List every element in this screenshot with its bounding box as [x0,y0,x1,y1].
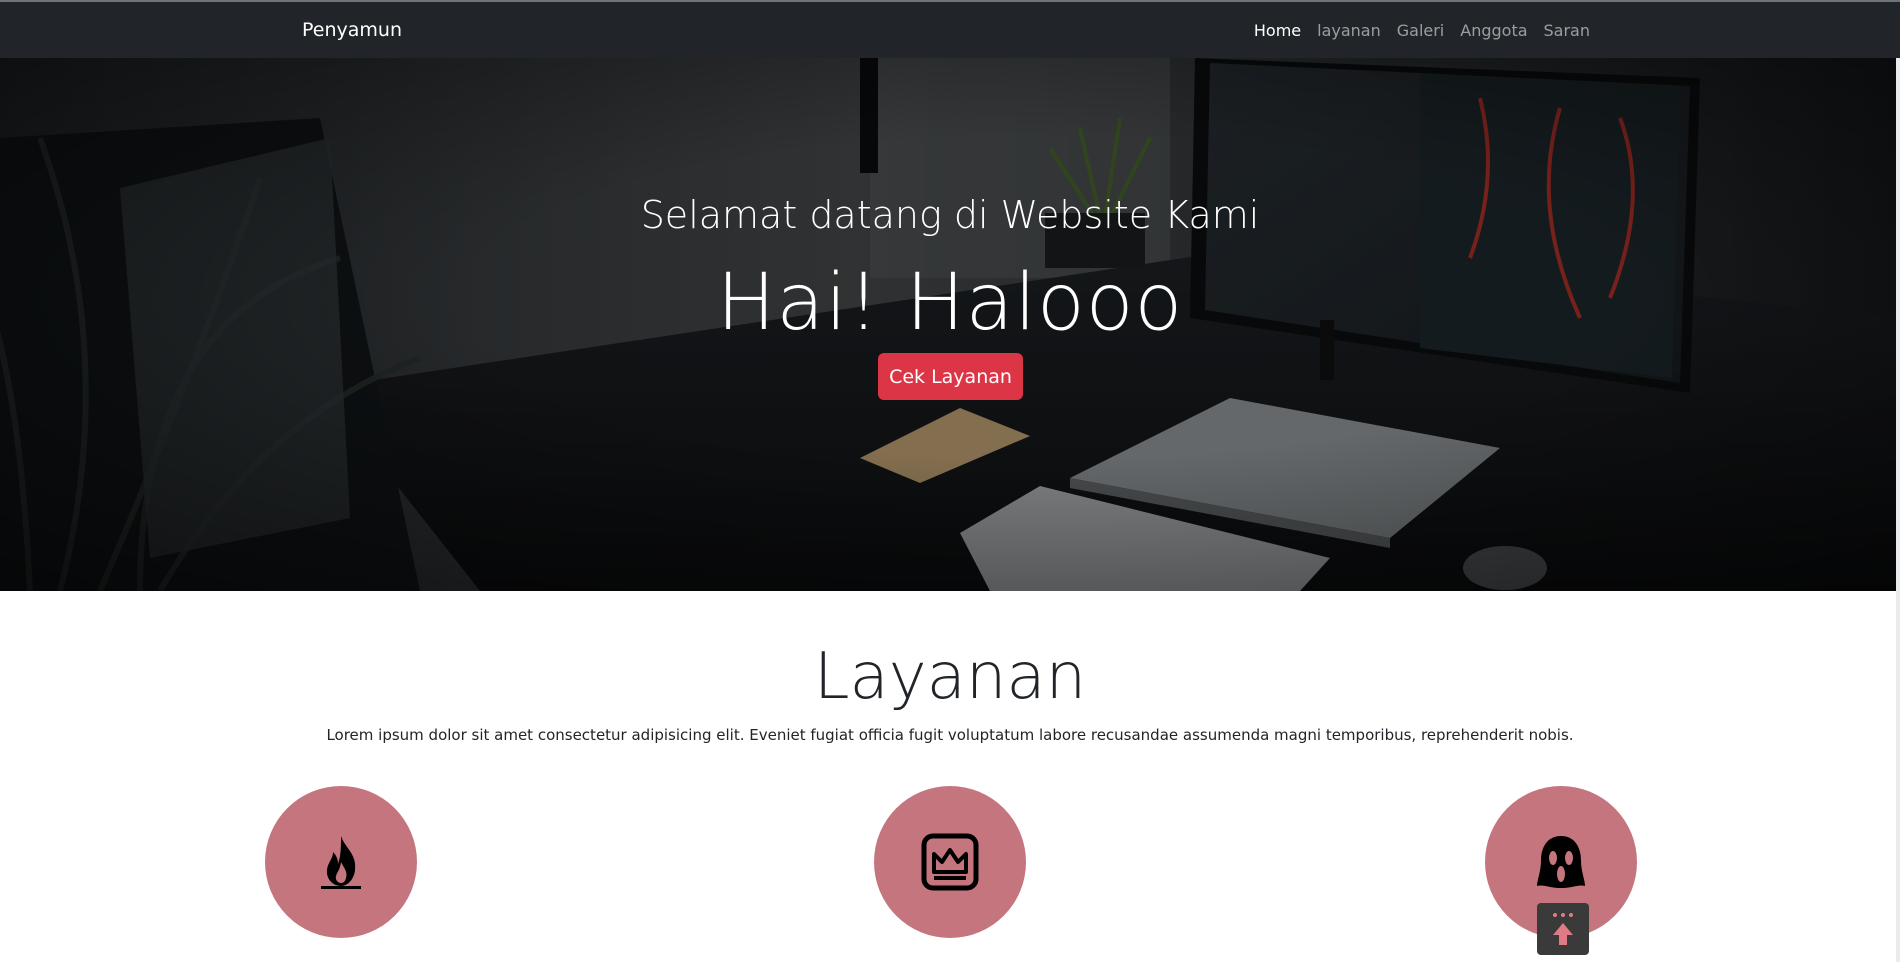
nav-home[interactable]: Home [1254,21,1301,40]
nav-galeri[interactable]: Galeri [1397,21,1445,40]
hero-title: Hai! Halooo [716,258,1184,348]
page: Penyamun Home layanan Galeri Anggota Sar… [0,0,1900,962]
nav-links: Home layanan Galeri Anggota Saran [1254,21,1590,40]
navbar: Penyamun Home layanan Galeri Anggota Sar… [0,0,1900,58]
service-crown [874,786,1026,938]
services-title: Layanan [813,640,1087,714]
scroll-top-button[interactable] [1537,903,1589,955]
hero-section: Selamat datang di Website Kami Hai! Halo… [0,58,1900,591]
scrollbar[interactable] [1896,0,1900,962]
crown-icon [921,833,979,891]
nav-layanan[interactable]: layanan [1317,21,1381,40]
fire-icon [321,836,361,889]
ghost-mask-icon [1537,836,1585,888]
nav-saran[interactable]: Saran [1544,21,1590,40]
hero-subtitle: Selamat datang di Website Kami [640,193,1260,237]
cek-layanan-button[interactable]: Cek Layanan [878,353,1023,400]
service-fire [265,786,417,938]
arrow-up-icon [1553,913,1573,945]
nav-anggota[interactable]: Anggota [1460,21,1527,40]
services-description: Lorem ipsum dolor sit amet consectetur a… [326,726,1574,744]
brand-link[interactable]: Penyamun [302,19,402,41]
